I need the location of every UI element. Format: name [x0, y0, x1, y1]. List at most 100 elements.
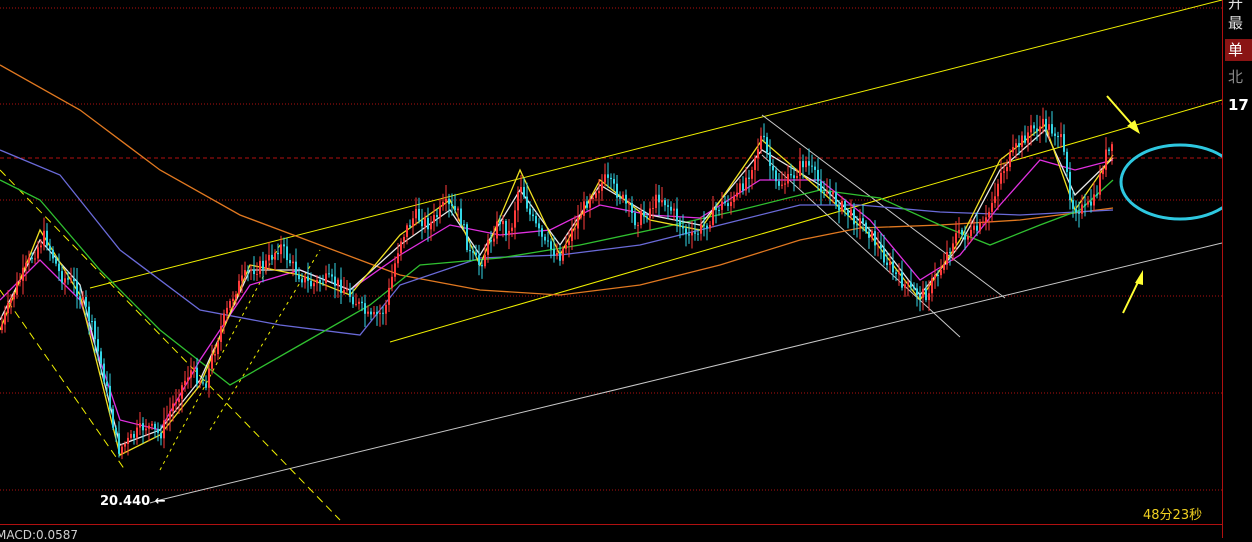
candle-body-172 [517, 191, 519, 211]
candle-body-362 [1087, 201, 1089, 205]
candle-body-39 [118, 433, 120, 454]
candle-body-240 [721, 201, 723, 210]
candle-body-197 [592, 197, 594, 200]
candle-body-369 [1108, 149, 1110, 151]
candle-body-227 [682, 226, 684, 229]
candle-body-0 [1, 324, 3, 330]
candle-body-312 [937, 275, 939, 277]
candle-body-127 [382, 312, 384, 314]
candle-body-30 [91, 320, 93, 322]
candle-body-321 [964, 234, 966, 240]
candle-body-204 [613, 179, 615, 184]
candle-body-96 [289, 260, 291, 264]
candle-body-349 [1048, 124, 1050, 130]
candle-body-47 [142, 423, 144, 431]
candle-body-79 [238, 280, 240, 295]
candle-body-182 [547, 240, 549, 242]
candle-body-86 [259, 260, 261, 274]
candle-body-203 [610, 177, 612, 180]
candle-body-20 [61, 271, 63, 283]
candle-body-310 [931, 278, 933, 294]
candle-body-167 [502, 220, 504, 225]
candle-body-28 [85, 297, 87, 307]
candle-body-38 [115, 427, 117, 434]
candle-body-314 [943, 264, 945, 270]
candle-body-118 [355, 303, 357, 305]
candle-body-228 [685, 228, 687, 235]
candle-body-111 [334, 276, 336, 286]
macd-readout: MACD:0.0587 [0, 528, 79, 542]
candle-body-66 [199, 382, 201, 384]
candle-body-11 [34, 258, 36, 260]
candle-body-177 [532, 214, 534, 217]
candle-body-148 [445, 198, 447, 202]
candle-body-87 [262, 260, 264, 269]
candle-body-320 [961, 229, 963, 235]
candle-body-351 [1054, 133, 1056, 136]
candle-body-147 [442, 201, 444, 206]
candle-body-4 [13, 294, 15, 300]
candle-body-276 [829, 192, 831, 195]
candle-body-354 [1063, 134, 1065, 152]
candle-body-57 [172, 403, 174, 412]
candle-body-46 [139, 423, 141, 428]
candle-body-295 [886, 262, 888, 266]
candle-body-25 [76, 281, 78, 297]
candle-body-40 [121, 446, 123, 454]
candle-body-323 [970, 229, 972, 237]
countdown-timer: 48分23秒 [1143, 508, 1203, 523]
candle-body-230 [691, 232, 693, 236]
candle-body-334 [1003, 171, 1005, 173]
candle-body-169 [508, 230, 510, 236]
candle-body-370 [1111, 144, 1113, 151]
candle-body-289 [868, 231, 870, 238]
candle-body-348 [1045, 118, 1047, 130]
candle-body-123 [370, 311, 372, 315]
candle-body-151 [454, 206, 456, 211]
candle-body-129 [388, 287, 390, 305]
candle-body-23 [70, 278, 72, 280]
candle-body-359 [1078, 212, 1080, 214]
candle-body-358 [1075, 208, 1077, 213]
candle-body-50 [151, 423, 153, 426]
candle-body-62 [187, 377, 189, 381]
sidebar-unit-button[interactable]: 单 [1225, 39, 1252, 61]
candle-body-269 [808, 161, 810, 166]
candle-body-138 [415, 208, 417, 219]
candle-body-225 [676, 208, 678, 222]
candle-body-174 [523, 187, 525, 197]
candle-body-133 [400, 241, 402, 254]
candle-body-350 [1051, 124, 1053, 134]
candle-body-94 [283, 244, 285, 247]
candle-body-95 [286, 246, 288, 261]
candle-body-48 [145, 428, 147, 431]
candle-body-211 [634, 212, 636, 226]
candle-body-343 [1030, 125, 1032, 133]
arrow-up-head [1135, 270, 1143, 285]
candle-body-315 [946, 252, 948, 265]
candle-body-286 [859, 218, 861, 226]
candle-body-249 [748, 177, 750, 179]
candle-body-160 [481, 264, 483, 267]
candle-body-164 [493, 238, 495, 242]
candle-body-75 [226, 307, 228, 314]
candle-body-152 [457, 208, 459, 211]
candle-body-223 [670, 206, 672, 211]
candle-body-21 [64, 278, 66, 283]
candle-body-134 [403, 236, 405, 242]
candle-body-54 [163, 420, 165, 439]
candle-body-199 [598, 190, 600, 194]
candle-body-60 [181, 385, 183, 399]
candle-body-105 [316, 279, 318, 284]
candle-body-352 [1057, 135, 1059, 138]
candle-body-271 [814, 166, 816, 170]
candle-body-248 [745, 177, 747, 191]
candle-body-42 [127, 437, 129, 445]
candle-body-150 [451, 204, 453, 207]
candle-body-356 [1069, 171, 1071, 201]
ma-white-line [0, 128, 1114, 446]
candle-body-326 [979, 222, 981, 231]
candle-body-217 [652, 208, 654, 210]
candle-body-316 [949, 252, 951, 254]
candle-body-233 [700, 224, 702, 234]
